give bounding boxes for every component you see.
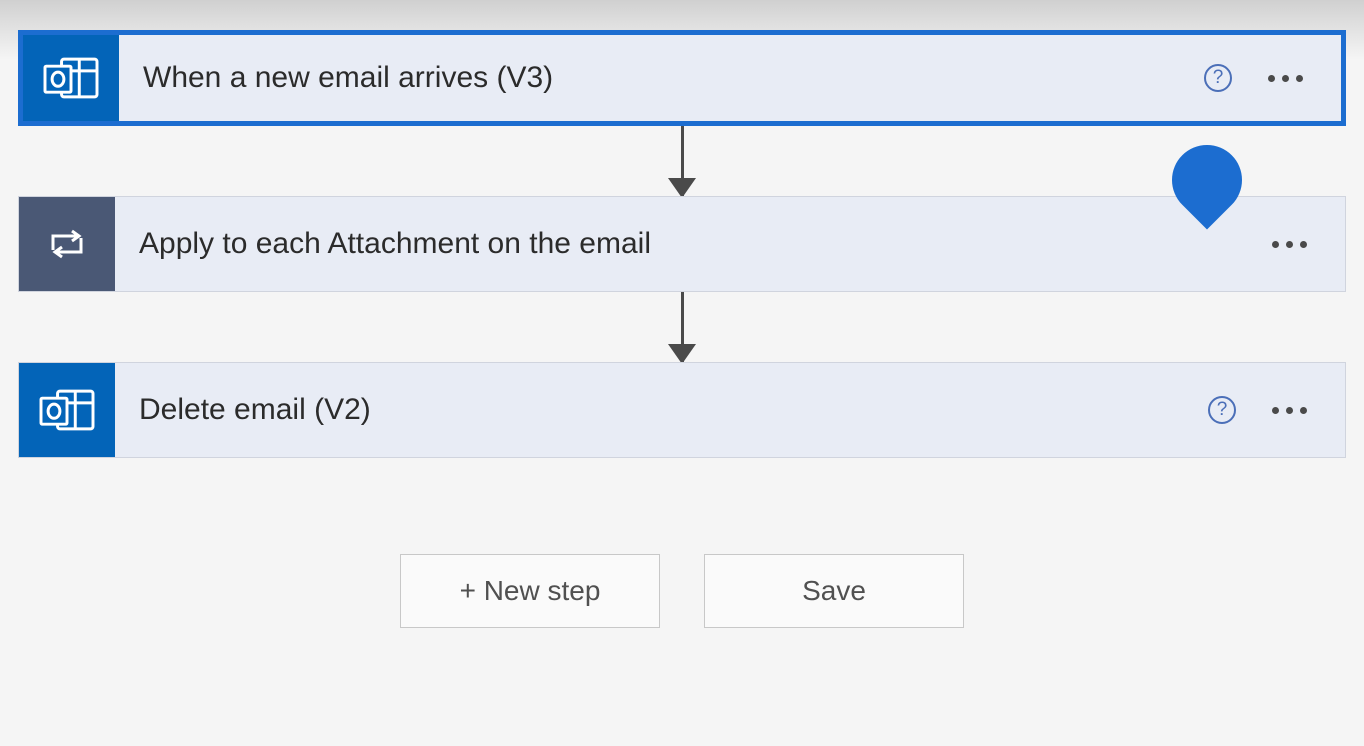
new-step-button[interactable]: + New step	[400, 554, 660, 628]
footer-actions: + New step Save	[400, 554, 964, 628]
more-menu-icon[interactable]	[1260, 67, 1311, 90]
help-icon[interactable]: ?	[1208, 396, 1236, 424]
outlook-icon	[19, 363, 115, 457]
step-title: When a new email arrives (V3)	[119, 61, 1204, 95]
step-title: Apply to each Attachment on the email	[115, 227, 1264, 261]
save-button[interactable]: Save	[704, 554, 964, 628]
connector-arrow	[681, 126, 684, 196]
more-menu-icon[interactable]	[1264, 233, 1315, 256]
help-icon[interactable]: ?	[1204, 64, 1232, 92]
step-title: Delete email (V2)	[115, 393, 1208, 427]
step-actions: ?	[1204, 64, 1341, 92]
more-menu-icon[interactable]	[1264, 399, 1315, 422]
connector-arrow	[681, 292, 684, 362]
delete-email-step-card[interactable]: Delete email (V2) ?	[18, 362, 1346, 458]
step-actions: ?	[1208, 396, 1345, 424]
loop-icon	[19, 197, 115, 291]
outlook-connector-icon	[38, 384, 96, 436]
step-actions	[1264, 233, 1345, 256]
flow-designer: When a new email arrives (V3) ? Apply to…	[18, 30, 1346, 628]
outlook-connector-icon	[42, 52, 100, 104]
trigger-step-card[interactable]: When a new email arrives (V3) ?	[18, 30, 1346, 126]
apply-to-each-step-card[interactable]: Apply to each Attachment on the email	[18, 196, 1346, 292]
apply-to-each-icon	[45, 222, 89, 266]
outlook-icon	[23, 35, 119, 121]
